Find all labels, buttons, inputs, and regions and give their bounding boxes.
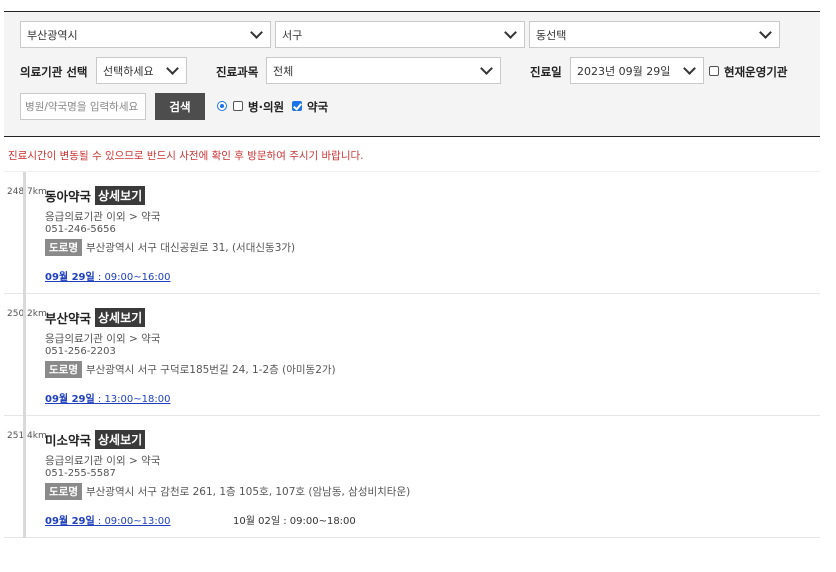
date-label: 진료일: [530, 65, 562, 79]
distance-label: 251.4km: [7, 431, 47, 441]
department-label: 진료과목: [216, 65, 259, 79]
hours-time: : 09:00~16:00: [94, 272, 171, 283]
pharmacy-checkbox[interactable]: [292, 101, 302, 111]
hospital-label: 병·의원: [248, 100, 285, 114]
pharmacy-label: 약국: [307, 100, 329, 114]
open-now-checkbox[interactable]: [709, 66, 719, 76]
date-select[interactable]: 2023년 09월 29일: [570, 57, 704, 84]
institution-label: 의료기관 선택: [20, 65, 88, 79]
type-radio[interactable]: [217, 101, 227, 111]
district-select[interactable]: 서구: [275, 21, 525, 48]
city-select-value: 부산광역시: [27, 28, 78, 42]
phone-number: 051-255-5587: [45, 468, 116, 479]
chevron-down-icon: [504, 25, 517, 39]
detail-button[interactable]: 상세보기: [95, 430, 146, 449]
chevron-down-icon: [759, 25, 772, 39]
open-now-label: 현재운영기관: [724, 65, 788, 79]
road-name-badge: 도로명: [45, 239, 82, 256]
institution-select[interactable]: 선택하세요: [96, 57, 187, 84]
dong-select[interactable]: 동선택: [529, 21, 780, 48]
address-text: 부산광역시 서구 구덕로185번길 24, 1-2층 (아미동2가): [85, 364, 336, 376]
phone-number: 051-246-5656: [45, 224, 116, 235]
search-input[interactable]: [20, 93, 146, 120]
address-row: 도로명 부산광역시 서구 감천로 261, 1층 105호, 107호 (암남동…: [45, 483, 410, 500]
address-text: 부산광역시 서구 감천로 261, 1층 105호, 107호 (암남동, 삼성…: [85, 486, 411, 498]
result-item: 251.4km 미소약국 상세보기 응급의료기관 이외 > 약국 051-255…: [4, 416, 820, 538]
chevron-down-icon: [166, 61, 179, 75]
hours-time: : 13:00~18:00: [94, 394, 171, 405]
hours-link[interactable]: 09월 29일 : 09:00~13:00: [45, 512, 170, 527]
category-text: 응급의료기관 이외 > 약국: [45, 211, 161, 223]
road-name-badge: 도로명: [45, 361, 82, 378]
hours-link[interactable]: 09월 29일 : 13:00~18:00: [45, 390, 170, 405]
category-text: 응급의료기관 이외 > 약국: [45, 333, 161, 345]
road-name-badge: 도로명: [45, 483, 82, 500]
hours-date: 09월 29일: [45, 272, 95, 283]
hours-link[interactable]: 09월 29일 : 09:00~16:00: [45, 268, 170, 283]
department-select[interactable]: 전체: [266, 57, 501, 84]
divider: [23, 172, 26, 294]
result-name-row: 부산약국 상세보기: [45, 308, 146, 327]
chevron-down-icon: [250, 25, 263, 39]
notice-text: 진료시간이 변동될 수 있으므로 반드시 사전에 확인 후 방문하여 주시기 바…: [8, 150, 364, 162]
pharmacy-name: 부산약국: [45, 311, 92, 326]
distance-label: 250.2km: [7, 309, 47, 319]
hours-time: : 09:00~13:00: [94, 516, 171, 527]
pharmacy-name: 미소약국: [45, 433, 92, 448]
search-button[interactable]: 검색: [155, 93, 205, 120]
divider: [23, 416, 26, 538]
date-select-value: 2023년 09월 29일: [577, 64, 671, 78]
district-select-value: 서구: [282, 28, 303, 42]
dong-select-value: 동선택: [536, 28, 567, 42]
hospital-checkbox[interactable]: [233, 101, 243, 111]
hours-date: 09월 29일: [45, 516, 95, 527]
category-text: 응급의료기관 이외 > 약국: [45, 455, 161, 467]
chevron-down-icon: [480, 61, 493, 75]
search-filter-panel: 부산광역시 서구 동선택 의료기관 선택 선택하세요 진료과목 전체 진료일 2…: [4, 11, 820, 137]
phone-number: 051-256-2203: [45, 346, 116, 357]
divider: [23, 294, 26, 416]
detail-button[interactable]: 상세보기: [95, 308, 146, 327]
result-name-row: 미소약국 상세보기: [45, 430, 146, 449]
hours-secondary: 10월 02일 : 09:00~18:00: [233, 516, 356, 527]
address-text: 부산광역시 서구 대신공원로 31, (서대신동3가): [85, 242, 296, 254]
pharmacy-name: 동아약국: [45, 189, 92, 204]
department-select-value: 전체: [273, 64, 294, 78]
result-item: 248.7km 동아약국 상세보기 응급의료기관 이외 > 약국 051-246…: [4, 172, 820, 294]
result-name-row: 동아약국 상세보기: [45, 186, 146, 205]
distance-label: 248.7km: [7, 187, 47, 197]
address-row: 도로명 부산광역시 서구 대신공원로 31, (서대신동3가): [45, 239, 295, 256]
institution-select-value: 선택하세요: [103, 64, 154, 78]
detail-button[interactable]: 상세보기: [95, 186, 146, 205]
hours-date: 09월 29일: [45, 394, 95, 405]
chevron-down-icon: [683, 61, 696, 75]
address-row: 도로명 부산광역시 서구 구덕로185번길 24, 1-2층 (아미동2가): [45, 361, 336, 378]
city-select[interactable]: 부산광역시: [20, 21, 271, 48]
result-item: 250.2km 부산약국 상세보기 응급의료기관 이외 > 약국 051-256…: [4, 294, 820, 416]
